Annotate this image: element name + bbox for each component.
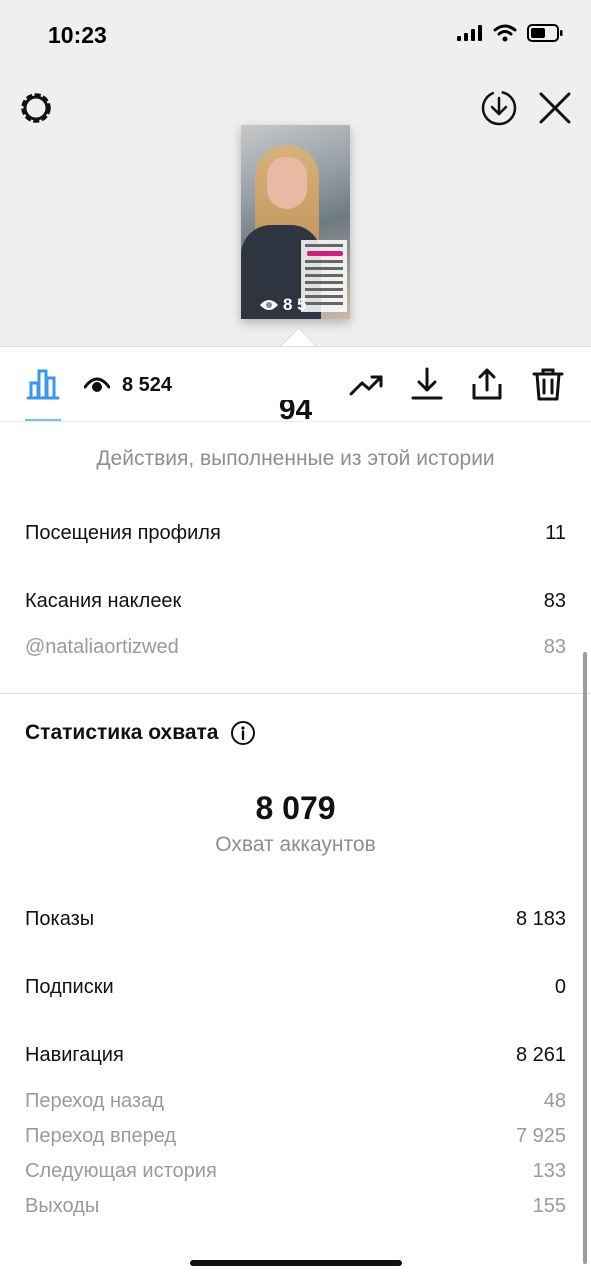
story-photo-face — [267, 157, 307, 209]
status-time: 10:23 — [48, 22, 107, 48]
actions-total: 94 — [0, 400, 591, 422]
trash-icon[interactable] — [530, 366, 566, 402]
eye-icon — [260, 300, 278, 310]
actions-total-text: 94 — [278, 400, 313, 422]
stat-value: 11 — [545, 522, 566, 544]
stat-label: @nataliaortizwed — [25, 636, 179, 658]
stat-value: 8 261 — [515, 1044, 566, 1066]
stat-value: 83 — [543, 590, 566, 612]
download-icon[interactable] — [409, 366, 445, 402]
signal-icon — [457, 25, 482, 41]
stat-value: 133 — [532, 1160, 566, 1182]
trending-up-icon[interactable] — [348, 366, 384, 402]
stat-row-follows: Подписки 0 — [25, 976, 566, 999]
stat-label: Посещения профиля — [25, 522, 221, 544]
status-icons — [457, 24, 563, 42]
bar-chart-icon[interactable] — [25, 366, 61, 402]
stat-subrow-exits: Выходы 155 — [25, 1195, 566, 1218]
story-thumbnail[interactable]: 8 5 — [241, 125, 350, 319]
stat-subrow-forward: Переход вперед 7 925 — [25, 1125, 566, 1148]
close-icon[interactable] — [536, 89, 574, 127]
stat-row-sticker-taps: Касания наклеек 83 — [25, 590, 566, 613]
actions-caption: Действия, выполненные из этой истории — [96, 447, 495, 470]
download-circle-icon[interactable] — [480, 89, 518, 127]
stat-row-impressions: Показы 8 183 — [25, 908, 566, 931]
reach-caption: Охват аккаунтов — [215, 833, 376, 856]
stat-row-navigation: Навигация 8 261 — [25, 1044, 566, 1067]
stat-label: Переход вперед — [25, 1125, 177, 1147]
status-bar: 10:23 — [0, 0, 591, 72]
stat-value: 0 — [554, 976, 566, 998]
toolbar-view-count: 8 524 — [122, 374, 173, 396]
stat-row-profile-visits: Посещения профиля 11 — [25, 522, 566, 545]
scrollbar[interactable] — [583, 652, 587, 1264]
stat-value: 155 — [532, 1195, 566, 1217]
reach-total: 8 079 — [255, 790, 336, 826]
stat-label: Касания наклеек — [25, 590, 182, 612]
story-text-sticker — [301, 240, 347, 312]
story-view-count: 8 5 — [259, 295, 307, 315]
reach-section-title: Статистика охвата — [25, 720, 256, 746]
wifi-icon — [493, 24, 517, 42]
info-icon[interactable] — [230, 720, 256, 746]
section-divider — [0, 693, 591, 694]
stat-value: 83 — [543, 636, 566, 658]
stat-label: Выходы — [25, 1195, 100, 1217]
stat-value: 7 925 — [515, 1125, 566, 1147]
stat-subrow-mention: @nataliaortizwed 83 — [25, 636, 566, 659]
home-indicator[interactable] — [190, 1260, 402, 1266]
share-icon[interactable] — [469, 366, 505, 402]
reach-title-text: Статистика охвата — [25, 721, 219, 744]
stat-label: Показы — [25, 908, 95, 930]
story-preview-area: 10:23 8 5 — [0, 0, 591, 346]
stat-label: Переход назад — [25, 1090, 164, 1112]
stat-subrow-back: Переход назад 48 — [25, 1090, 566, 1113]
eye-icon — [84, 377, 110, 392]
stat-label: Подписки — [25, 976, 114, 998]
stat-value: 48 — [543, 1090, 566, 1112]
story-views-text: 8 5 — [283, 295, 307, 314]
battery-icon — [527, 24, 563, 42]
stat-subrow-next-story: Следующая история 133 — [25, 1160, 566, 1183]
gear-icon[interactable] — [17, 89, 55, 127]
stat-value: 8 183 — [515, 908, 566, 930]
stat-label: Следующая история — [25, 1160, 217, 1182]
stat-label: Навигация — [25, 1044, 124, 1066]
